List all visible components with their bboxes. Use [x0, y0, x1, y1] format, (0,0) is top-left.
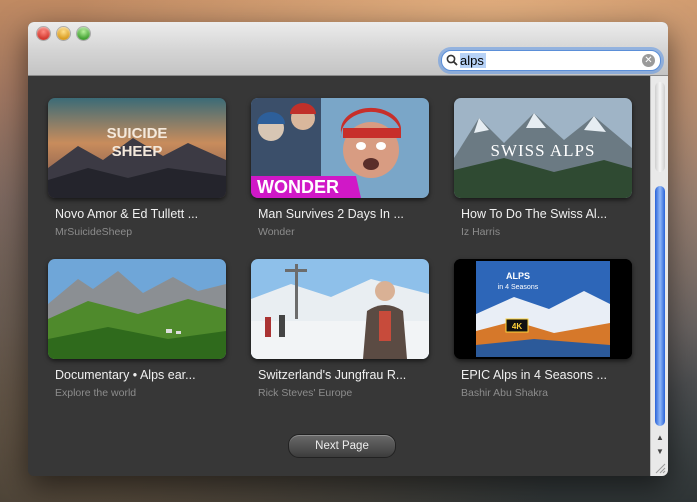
thumbnail-image: WONDER	[251, 98, 429, 198]
video-thumbnail[interactable]	[251, 259, 429, 359]
svg-text:WONDER: WONDER	[257, 177, 339, 197]
scroll-down-arrow-icon[interactable]: ▼	[654, 446, 666, 458]
results-area: SUICIDE SHEEP Novo Amor & Ed Tullett ...…	[28, 76, 650, 476]
svg-text:ALPS: ALPS	[506, 271, 530, 281]
video-thumbnail[interactable]: SUICIDE SHEEP	[48, 98, 226, 198]
close-button[interactable]	[37, 27, 50, 40]
video-channel: MrSuicideSheep	[55, 226, 133, 238]
video-channel: Rick Steves' Europe	[258, 387, 353, 399]
thumbnail-image	[48, 259, 226, 359]
video-channel: Explore the world	[55, 387, 137, 399]
zoom-button[interactable]	[77, 27, 90, 40]
next-page-button[interactable]: Next Page	[288, 434, 396, 458]
video-thumbnail[interactable]: ALPS in 4 Seasons 4K	[454, 259, 632, 359]
svg-text:SHEEP: SHEEP	[112, 143, 163, 160]
video-thumbnail[interactable]	[48, 259, 226, 359]
video-channel: Wonder	[258, 226, 295, 238]
video-title[interactable]: How To Do The Swiss Al...	[461, 207, 633, 221]
scroll-thumb[interactable]	[655, 186, 665, 426]
video-channel: Bashir Abu Shakra	[461, 387, 548, 399]
scroll-up-arrow-icon[interactable]: ▲	[654, 432, 666, 444]
video-title[interactable]: Man Survives 2 Days In ...	[258, 207, 430, 221]
titlebar: ✕	[28, 22, 668, 76]
svg-text:in 4 Seasons: in 4 Seasons	[498, 284, 539, 291]
thumbnail-image: ALPS in 4 Seasons 4K	[454, 259, 632, 359]
search-field[interactable]: ✕	[441, 50, 661, 71]
svg-text:SUICIDE: SUICIDE	[107, 125, 168, 142]
thumbnail-image: SWISS ALPS	[454, 98, 632, 198]
thumbnail-image: SUICIDE SHEEP	[48, 98, 226, 198]
video-thumbnail[interactable]: WONDER	[251, 98, 429, 198]
vertical-scrollbar[interactable]: ▲ ▼	[650, 76, 668, 476]
youtube-search-window: ✕ SUICIDE SHEEP Novo Amor & E	[28, 22, 668, 476]
video-thumbnail[interactable]: SWISS ALPS	[454, 98, 632, 198]
video-title[interactable]: Novo Amor & Ed Tullett ...	[55, 207, 227, 221]
thumbnail-image	[251, 259, 429, 359]
video-title[interactable]: Documentary • Alps ear...	[55, 368, 227, 382]
video-channel: Iz Harris	[461, 226, 501, 238]
search-icon	[446, 54, 458, 66]
clear-search-icon[interactable]: ✕	[642, 54, 655, 67]
minimize-button[interactable]	[57, 27, 70, 40]
svg-text:SWISS ALPS: SWISS ALPS	[491, 141, 596, 160]
video-title[interactable]: Switzerland's Jungfrau R...	[258, 368, 430, 382]
svg-text:4K: 4K	[512, 322, 522, 331]
video-title[interactable]: EPIC Alps in 4 Seasons ...	[461, 368, 633, 382]
scroll-track	[655, 82, 665, 172]
resize-grip-icon[interactable]	[654, 462, 666, 474]
search-input[interactable]	[460, 52, 630, 69]
